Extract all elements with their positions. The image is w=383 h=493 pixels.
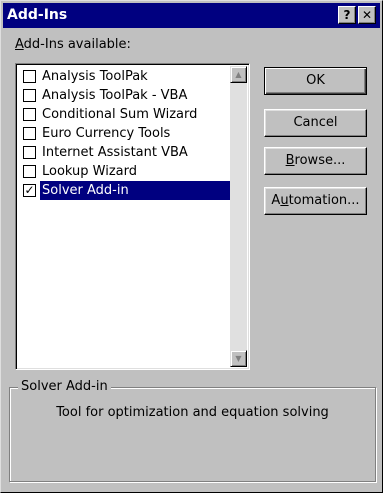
add-in-checkbox[interactable] <box>23 146 36 159</box>
add-in-label: Conditional Sum Wizard <box>42 107 198 122</box>
browse-label-mnemonic: B <box>285 153 295 168</box>
add-in-label: Solver Add-in <box>40 181 231 200</box>
add-ins-available-label-mnemonic: A <box>15 37 24 52</box>
add-in-checkbox[interactable] <box>23 108 36 121</box>
vertical-scrollbar[interactable]: ▲ ▼ <box>230 66 247 367</box>
arrow-down-icon: ▼ <box>235 354 242 363</box>
ok-button[interactable]: OK <box>264 67 367 95</box>
automation-label-post: tomation... <box>288 193 360 208</box>
cancel-button[interactable]: Cancel <box>264 109 367 137</box>
dialog-title: Add-Ins <box>7 7 68 23</box>
add-in-item[interactable]: Euro Currency Tools <box>18 124 229 143</box>
add-in-item[interactable]: Internet Assistant VBA <box>18 143 229 162</box>
description-text: Tool for optimization and equation solvi… <box>56 405 329 420</box>
automation-label-mnemonic: u <box>280 193 289 208</box>
help-button[interactable]: ? <box>338 6 356 24</box>
description-groupbox: Solver Add-in Tool for optimization and … <box>9 379 376 482</box>
add-in-checkbox[interactable] <box>23 70 36 83</box>
add-in-checkbox[interactable] <box>23 89 36 102</box>
title-bar[interactable]: Add-Ins ? ✕ <box>3 3 380 28</box>
add-in-checkbox[interactable] <box>23 165 36 178</box>
automation-label-pre: A <box>271 193 281 208</box>
browse-button[interactable]: Browse... <box>264 147 367 175</box>
close-button[interactable]: ✕ <box>358 6 376 24</box>
add-in-label: Internet Assistant VBA <box>42 145 188 160</box>
browse-label-post: rowse... <box>294 153 346 168</box>
add-ins-listbox[interactable]: Analysis ToolPak Analysis ToolPak - VBA Co… <box>15 63 250 370</box>
scroll-down-button[interactable]: ▼ <box>230 350 247 367</box>
add-in-item[interactable]: ✓ Solver Add-in <box>18 181 231 200</box>
automation-button[interactable]: Automation... <box>264 187 367 215</box>
scroll-up-button[interactable]: ▲ <box>230 66 247 83</box>
question-mark-icon: ? <box>343 8 351 22</box>
add-in-item[interactable]: Conditional Sum Wizard <box>18 105 229 124</box>
add-in-label: Lookup Wizard <box>42 164 138 179</box>
add-in-checkbox[interactable] <box>23 127 36 140</box>
arrow-up-icon: ▲ <box>235 70 242 79</box>
add-in-label: Analysis ToolPak - VBA <box>42 88 188 103</box>
close-icon: ✕ <box>361 8 373 22</box>
add-ins-available-label: Add-Ins available: <box>15 37 131 53</box>
add-ins-dialog: Add-Ins ? ✕ Add-Ins available: Analysis … <box>0 0 383 493</box>
add-in-checkbox[interactable]: ✓ <box>23 184 36 197</box>
add-ins-available-label-post: dd-Ins available: <box>23 37 131 52</box>
add-in-item[interactable]: Analysis ToolPak - VBA <box>18 86 229 105</box>
add-in-item[interactable]: Analysis ToolPak <box>18 67 229 86</box>
description-title: Solver Add-in <box>18 379 111 395</box>
add-in-item[interactable]: Lookup Wizard <box>18 162 229 181</box>
add-ins-list: Analysis ToolPak Analysis ToolPak - VBA Co… <box>18 67 231 200</box>
add-in-label: Analysis ToolPak <box>42 69 148 84</box>
add-in-label: Euro Currency Tools <box>42 126 171 141</box>
